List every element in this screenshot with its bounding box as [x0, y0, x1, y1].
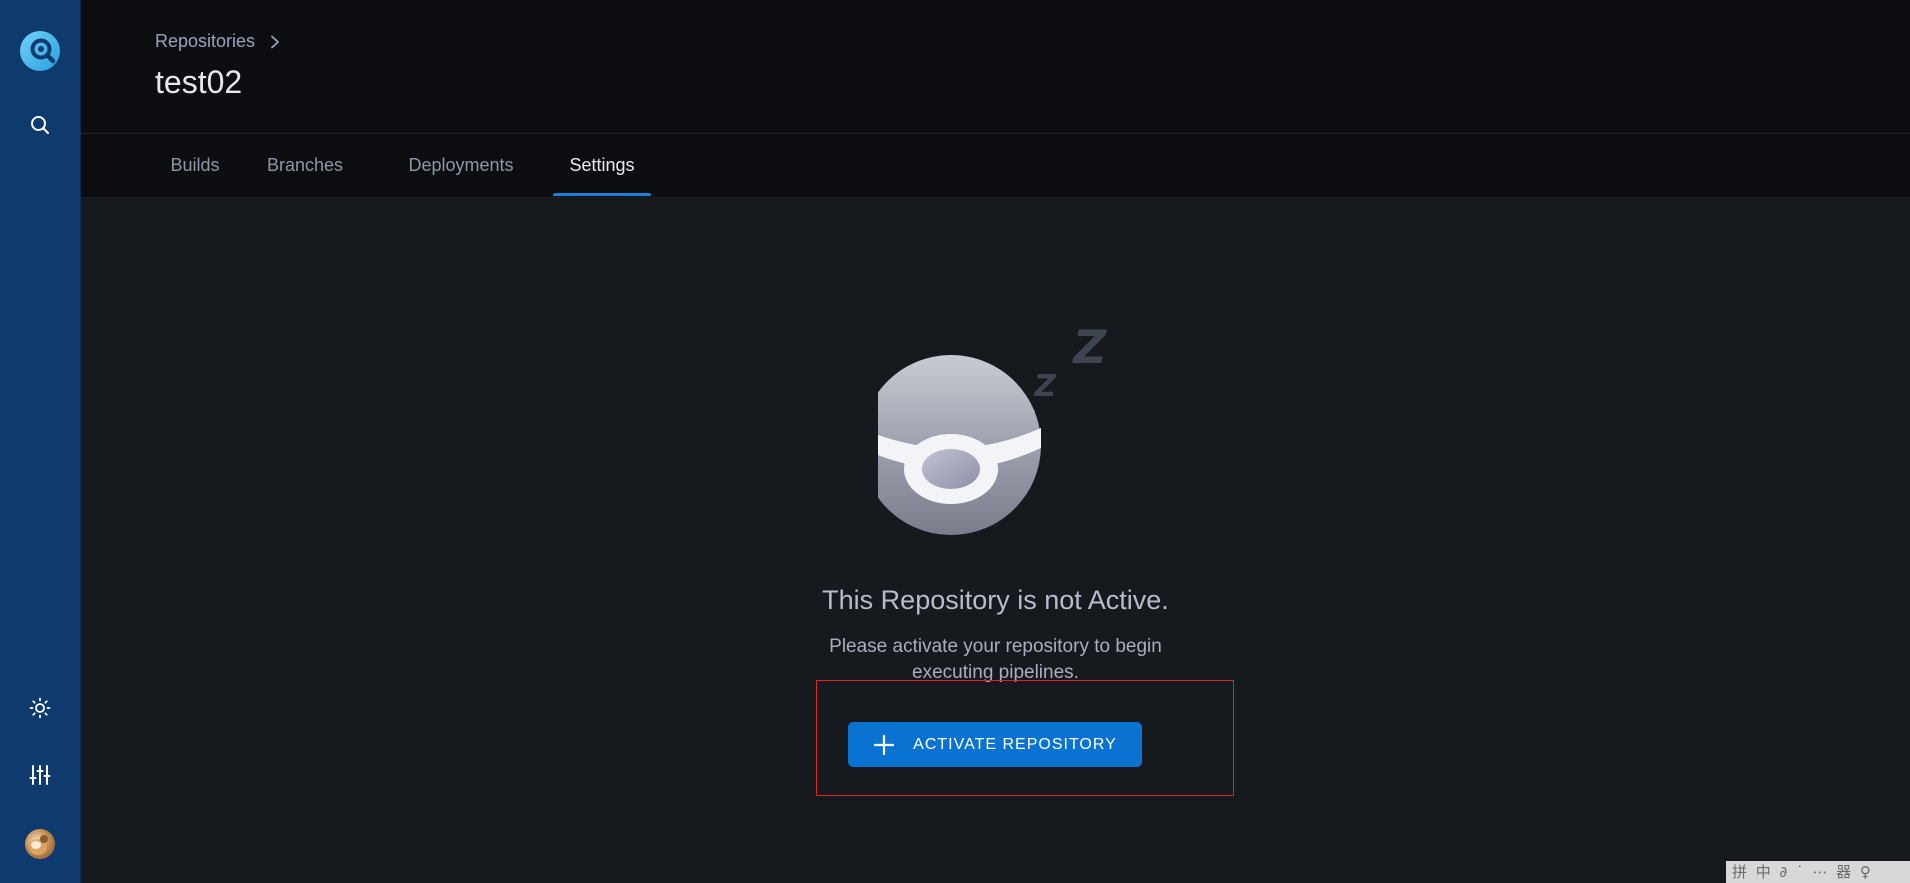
activate-repository-label: ACTIVATE REPOSITORY	[913, 735, 1117, 753]
drone-logo-icon[interactable]	[19, 30, 61, 72]
tab-branches[interactable]: Branches	[261, 134, 349, 196]
chevron-right-icon	[269, 35, 283, 49]
tab-settings-label: Settings	[569, 155, 635, 175]
sliders-icon[interactable]	[26, 761, 54, 789]
main-content: Z Z Z This Repository is not Active. Ple…	[81, 198, 1910, 883]
user-avatar[interactable]	[25, 829, 55, 859]
activate-repository-button[interactable]: ACTIVATE REPOSITORY	[848, 722, 1142, 767]
tab-builds[interactable]: Builds	[155, 134, 235, 196]
sleeping-drone-illustration: Z Z Z	[861, 318, 1128, 538]
breadcrumb: Repositories	[155, 31, 283, 52]
page-header: Repositories test02	[81, 0, 1910, 134]
tab-settings[interactable]: Settings	[553, 134, 651, 196]
sidebar	[0, 0, 81, 883]
ime-toolbar[interactable]: 拼 中 ∂ ˙ ⋯ 器 ♀	[1726, 861, 1910, 883]
plus-icon	[873, 734, 895, 756]
tab-bar: Builds Branches Deployments Settings	[81, 134, 1910, 198]
sun-icon[interactable]	[26, 694, 54, 722]
active-tab-indicator	[553, 193, 651, 196]
breadcrumb-repositories-link[interactable]: Repositories	[155, 31, 255, 52]
page-title: test02	[155, 64, 243, 100]
empty-state-title: This Repository is not Active.	[822, 585, 1169, 615]
svg-text:Z: Z	[1031, 369, 1059, 404]
svg-text:Z: Z	[1068, 320, 1111, 374]
search-icon[interactable]	[26, 111, 54, 139]
empty-state-description: Please activate your repository to begin…	[829, 636, 1162, 683]
tab-deployments[interactable]: Deployments	[401, 134, 521, 196]
